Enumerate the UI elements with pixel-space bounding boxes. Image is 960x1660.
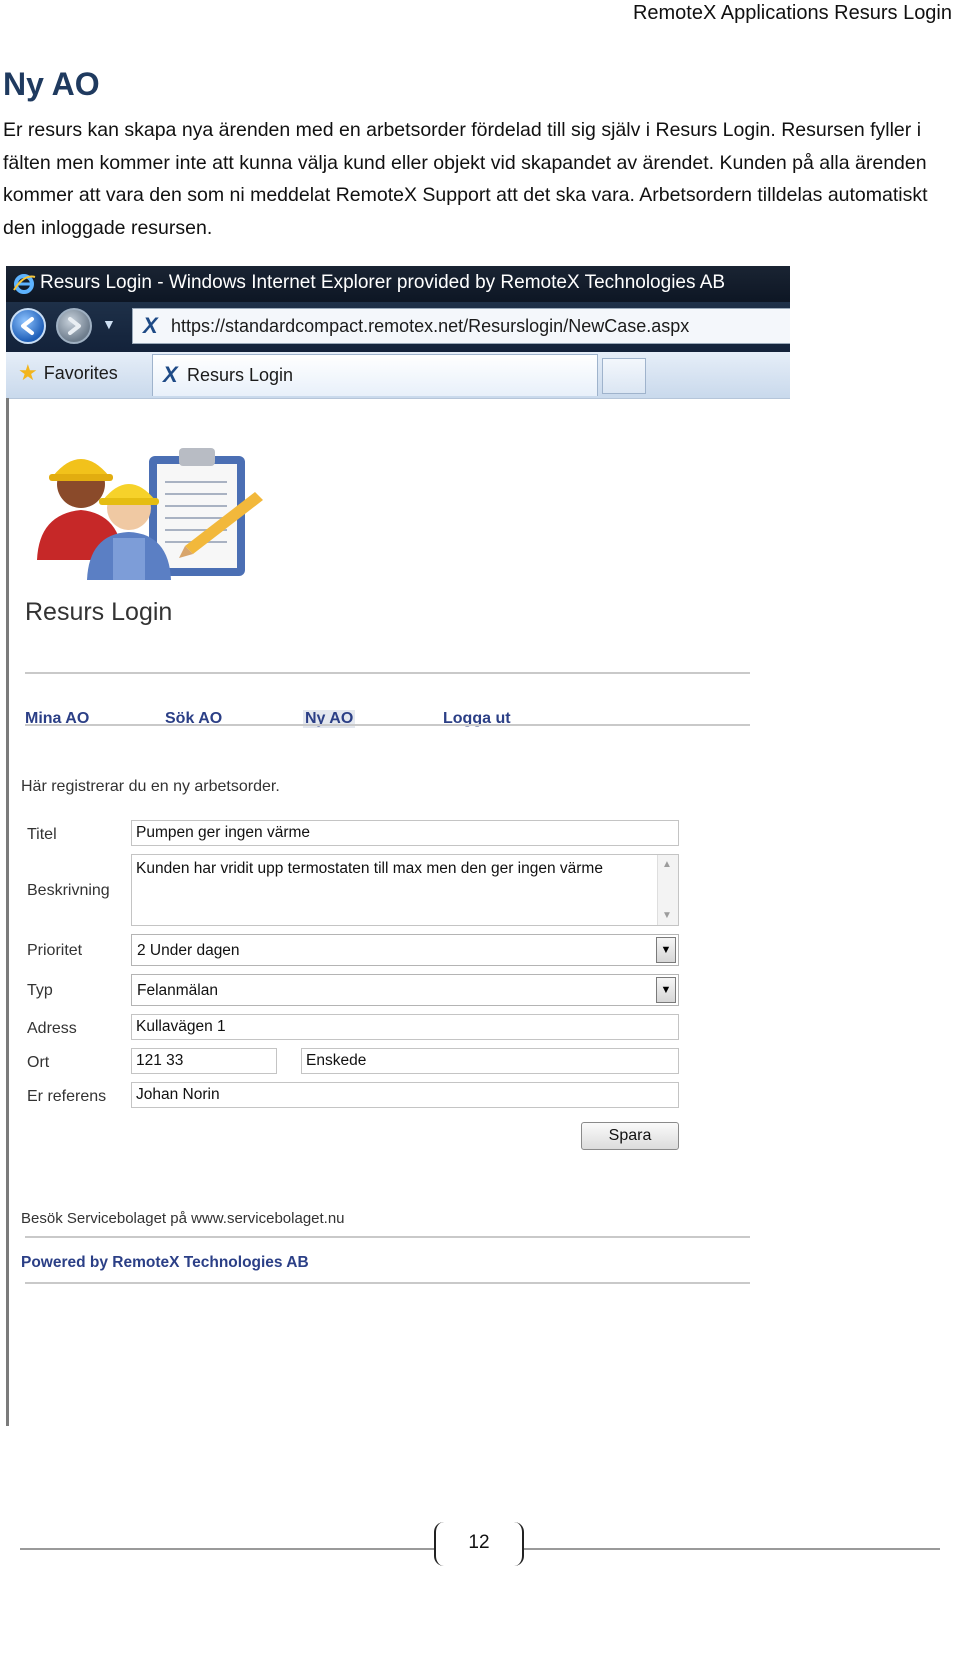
footer-line-right xyxy=(524,1548,940,1550)
textarea-scrollbar[interactable]: ▲ ▼ xyxy=(657,855,678,925)
typ-label: Typ xyxy=(27,982,53,999)
section-title: Ny AO xyxy=(3,66,100,102)
history-dropdown-icon[interactable]: ▼ xyxy=(102,316,116,332)
prioritet-select[interactable]: 2 Under dagen ▼ xyxy=(131,934,679,966)
postnummer-field[interactable]: 121 33 xyxy=(131,1048,277,1074)
page-content: Resurs Login Mina AO Sök AO Ny AO Logga … xyxy=(6,398,790,1426)
adress-label: Adress xyxy=(27,1020,77,1037)
window-title: Resurs Login - Windows Internet Explorer… xyxy=(40,272,726,293)
tab-bar: ★ Favorites X Resurs Login xyxy=(6,352,790,399)
favorites-star-icon: ★ xyxy=(18,360,38,385)
address-url[interactable]: https://standardcompact.remotex.net/Resu… xyxy=(171,316,689,337)
beskrivning-label: Beskrivning xyxy=(27,882,110,899)
tab-label: Resurs Login xyxy=(187,365,294,385)
favorites-label: Favorites xyxy=(43,362,118,383)
ort-field[interactable]: Enskede xyxy=(301,1048,679,1074)
ort-label: Ort xyxy=(27,1054,50,1071)
forward-arrow-icon xyxy=(68,317,81,335)
scroll-down-icon[interactable]: ▼ xyxy=(662,910,672,921)
prioritet-value: 2 Under dagen xyxy=(137,942,240,959)
typ-select[interactable]: Felanmälan ▼ xyxy=(131,974,679,1006)
divider xyxy=(25,1282,750,1284)
back-button[interactable] xyxy=(10,308,46,344)
divider xyxy=(25,724,750,726)
divider xyxy=(25,672,750,674)
back-arrow-icon xyxy=(21,317,34,335)
browser-titlebar: Resurs Login - Windows Internet Explorer… xyxy=(6,266,790,302)
dropdown-arrow-icon[interactable]: ▼ xyxy=(656,977,676,1003)
page-number-box: 12 xyxy=(434,1522,524,1566)
workers-clipboard-illustration xyxy=(29,434,269,589)
titel-label: Titel xyxy=(27,826,57,843)
beskrivning-text: Kunden har vridit upp termostaten till m… xyxy=(136,860,603,877)
save-button[interactable]: Spara xyxy=(581,1122,679,1150)
powered-by-link[interactable]: Powered by RemoteX Technologies AB xyxy=(21,1254,309,1272)
new-tab-button[interactable] xyxy=(602,358,646,394)
typ-value: Felanmälan xyxy=(137,982,218,999)
referens-label: Er referens xyxy=(27,1088,107,1105)
beskrivning-textarea[interactable]: Kunden har vridit upp termostaten till m… xyxy=(131,854,679,926)
remotex-x-icon: X xyxy=(163,362,178,387)
browser-screenshot: Resurs Login - Windows Internet Explorer… xyxy=(6,266,790,1426)
address-toolbar: ▼ X https://standardcompact.remotex.net/… xyxy=(6,302,790,352)
app-title: Resurs Login xyxy=(25,598,173,626)
adress-field[interactable]: Kullavägen 1 xyxy=(131,1014,679,1040)
favorites-button[interactable]: ★ Favorites xyxy=(18,360,118,386)
intro-paragraph: Er resurs kan skapa nya ärenden med en a… xyxy=(3,119,928,239)
titel-field[interactable]: Pumpen ger ingen värme xyxy=(131,820,679,846)
dropdown-arrow-icon[interactable]: ▼ xyxy=(656,937,676,963)
referens-field[interactable]: Johan Norin xyxy=(131,1082,679,1108)
form-intro: Här registrerar du en ny arbetsorder. xyxy=(21,778,280,795)
scroll-up-icon[interactable]: ▲ xyxy=(662,859,672,870)
divider xyxy=(25,1236,750,1238)
remotex-x-icon: X xyxy=(143,313,158,338)
ie-logo-icon xyxy=(12,272,36,302)
forward-button[interactable] xyxy=(56,308,92,344)
footer-line-left xyxy=(20,1548,434,1550)
address-bar[interactable]: X https://standardcompact.remotex.net/Re… xyxy=(132,308,790,344)
document-header: RemoteX Applications Resurs Login xyxy=(632,2,952,24)
prioritet-label: Prioritet xyxy=(27,942,83,959)
visit-link-text[interactable]: Besök Servicebolaget på www.servicebolag… xyxy=(21,1210,345,1227)
page-number: 12 xyxy=(468,1532,490,1553)
tab-resurs-login[interactable]: X Resurs Login xyxy=(152,354,598,396)
